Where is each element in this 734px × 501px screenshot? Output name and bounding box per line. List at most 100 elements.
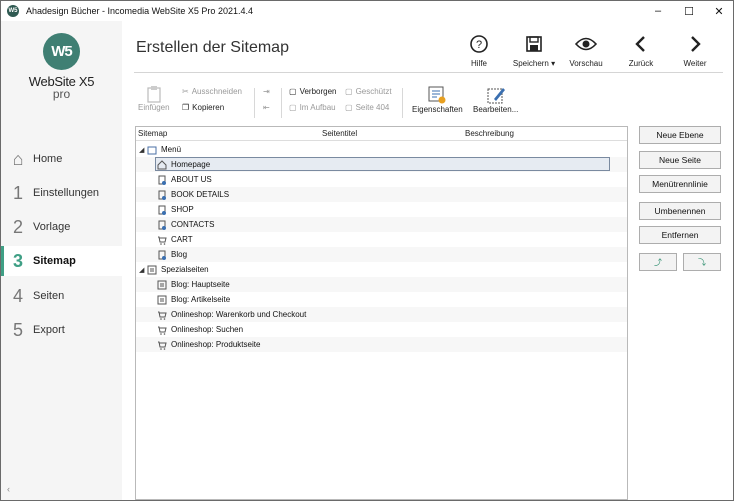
close-button[interactable]: ✕ bbox=[704, 1, 733, 21]
tree-item-shop-checkout[interactable]: Onlineshop: Warenkorb und Checkout bbox=[136, 307, 627, 322]
paste-button[interactable]: Einfügen bbox=[138, 85, 170, 112]
tree-item-shop-search[interactable]: Onlineshop: Suchen bbox=[136, 322, 627, 337]
copy-button[interactable]: ❐ Kopieren bbox=[182, 103, 224, 112]
outdent-icon: ⇤ bbox=[263, 103, 270, 112]
logo-edition: pro bbox=[52, 87, 71, 101]
cart-icon bbox=[157, 340, 167, 350]
save-icon bbox=[525, 31, 543, 57]
tree-item-homepage[interactable]: Homepage bbox=[136, 157, 627, 172]
tree-item-blog-main[interactable]: Blog: Hauptseite bbox=[136, 277, 627, 292]
sidebar-item-einstellungen[interactable]: 1 Einstellungen bbox=[1, 178, 122, 208]
logo-badge: W5 bbox=[43, 33, 80, 70]
minimize-button[interactable]: – bbox=[643, 1, 673, 21]
eye-icon bbox=[575, 31, 597, 57]
hidden-toggle[interactable]: ▢ Verborgen bbox=[289, 87, 336, 96]
page-hidden-icon: ▢ bbox=[289, 87, 297, 96]
app-icon: W5 bbox=[7, 5, 19, 17]
edit-button[interactable]: Bearbeiten... bbox=[473, 85, 518, 114]
indent-button[interactable]: ⇥ bbox=[263, 87, 270, 96]
tree-node-label: Spezialseiten bbox=[161, 265, 209, 274]
expand-toggle-icon[interactable]: ◢ bbox=[139, 146, 144, 154]
page-icon bbox=[157, 220, 167, 230]
help-icon: ? bbox=[469, 31, 489, 57]
move-down-button[interactable]: ⤵ bbox=[683, 253, 721, 271]
properties-button[interactable]: Eigenschaften bbox=[412, 85, 463, 114]
header-divider bbox=[134, 72, 723, 73]
toolbar-divider bbox=[281, 88, 282, 118]
menu-separator-button[interactable]: Menütrennlinie bbox=[639, 175, 721, 193]
properties-label: Eigenschaften bbox=[412, 105, 463, 114]
edit-pencil-icon bbox=[487, 88, 505, 104]
sidebar-item-sitemap[interactable]: 3 Sitemap bbox=[1, 246, 122, 276]
tree-item-label: ABOUT US bbox=[171, 175, 212, 184]
paste-icon bbox=[147, 86, 161, 103]
cut-button[interactable]: ✂ Ausschneiden bbox=[182, 87, 242, 96]
tree-item-blog-article[interactable]: Blog: Artikelseite bbox=[136, 292, 627, 307]
sidebar-item-label: Sitemap bbox=[33, 255, 76, 267]
tree-item-label: Homepage bbox=[171, 160, 211, 169]
tree-item-shop-product[interactable]: Onlineshop: Produktseite bbox=[136, 337, 627, 352]
selection-highlight bbox=[155, 157, 610, 171]
tree-item-label: Blog: Hauptseite bbox=[171, 280, 230, 289]
sidebar-item-label: Export bbox=[33, 324, 65, 336]
tree-item-blog[interactable]: Blog bbox=[136, 247, 627, 262]
sidebar-item-seiten[interactable]: 4 Seiten bbox=[1, 281, 122, 311]
sitemap-tree[interactable]: Sitemap Seitentitel Beschreibung ◢ Menü … bbox=[135, 126, 628, 500]
protected-toggle[interactable]: ▢ Geschützt bbox=[345, 87, 392, 96]
tree-item-cart[interactable]: CART bbox=[136, 232, 627, 247]
page404-toggle[interactable]: ▢ Seite 404 bbox=[345, 103, 389, 112]
tree-header: Sitemap Seitentitel Beschreibung bbox=[136, 127, 627, 141]
sidebar-item-label: Seiten bbox=[33, 290, 65, 302]
tree-item-about-us[interactable]: ABOUT US bbox=[136, 172, 627, 187]
indent-icon: ⇥ bbox=[263, 87, 270, 96]
tree-node-special-pages[interactable]: ◢ Spezialseiten bbox=[136, 262, 627, 277]
page-404-icon: ▢ bbox=[345, 103, 353, 112]
copy-icon: ❐ bbox=[182, 103, 190, 112]
page-icon bbox=[157, 175, 167, 185]
rename-button[interactable]: Umbenennen bbox=[639, 202, 721, 220]
move-up-button[interactable]: ⤴ bbox=[639, 253, 677, 271]
next-label: Weiter bbox=[683, 59, 707, 68]
remove-button[interactable]: Entfernen bbox=[639, 226, 721, 244]
tree-item-label: CONTACTS bbox=[171, 220, 215, 229]
cut-label: Ausschneiden bbox=[191, 87, 242, 96]
svg-text:?: ? bbox=[476, 39, 482, 51]
column-header-description: Beschreibung bbox=[465, 129, 514, 138]
protected-label: Geschützt bbox=[355, 87, 392, 96]
save-label: Speichern ▾ bbox=[512, 59, 556, 68]
logo: W5 WebSite X5 pro bbox=[1, 31, 122, 121]
sidebar-item-vorlage[interactable]: 2 Vorlage bbox=[1, 212, 122, 242]
tree-item-label: SHOP bbox=[171, 205, 194, 214]
edit-label: Bearbeiten... bbox=[473, 105, 519, 114]
under-construction-label: Im Aufbau bbox=[299, 103, 336, 112]
page-title: Erstellen der Sitemap bbox=[136, 39, 289, 56]
new-level-button[interactable]: Neue Ebene bbox=[639, 126, 721, 144]
new-page-button[interactable]: Neue Seite bbox=[639, 151, 721, 169]
home-page-icon bbox=[157, 159, 167, 170]
maximize-button[interactable]: ☐ bbox=[674, 1, 704, 21]
tree-item-contacts[interactable]: CONTACTS bbox=[136, 217, 627, 232]
expand-toggle-icon[interactable]: ◢ bbox=[139, 266, 144, 274]
tree-item-label: Onlineshop: Warenkorb und Checkout bbox=[171, 310, 307, 319]
cart-icon bbox=[157, 310, 167, 320]
step-number: 5 bbox=[12, 319, 23, 340]
tree-node-menu[interactable]: ◢ Menü bbox=[136, 142, 627, 157]
step-number: 1 bbox=[12, 182, 23, 203]
sidebar-item-home[interactable]: ⌂ Home bbox=[1, 144, 122, 174]
scissors-icon: ✂ bbox=[182, 87, 189, 96]
tree-item-book-details[interactable]: BOOK DETAILS bbox=[136, 187, 627, 202]
sidebar-item-label: Home bbox=[33, 153, 63, 165]
app-window: W5 Ahadesign Bücher - Incomedia WebSite … bbox=[0, 0, 734, 501]
tree-item-label: Blog: Artikelseite bbox=[171, 295, 231, 304]
back-label: Zurück bbox=[628, 59, 654, 68]
collapse-sidebar-icon[interactable]: ‹ bbox=[7, 484, 10, 494]
tree-node-label: Menü bbox=[161, 145, 182, 154]
blog-page-icon bbox=[157, 280, 167, 290]
under-construction-toggle[interactable]: ▢ Im Aufbau bbox=[289, 103, 336, 112]
copy-label: Kopieren bbox=[192, 103, 225, 112]
outdent-button[interactable]: ⇤ bbox=[263, 103, 270, 112]
chevron-right-icon bbox=[688, 31, 702, 57]
sidebar-item-export[interactable]: 5 Export bbox=[1, 315, 122, 345]
menu-folder-icon bbox=[147, 145, 157, 155]
tree-item-shop[interactable]: SHOP bbox=[136, 202, 627, 217]
